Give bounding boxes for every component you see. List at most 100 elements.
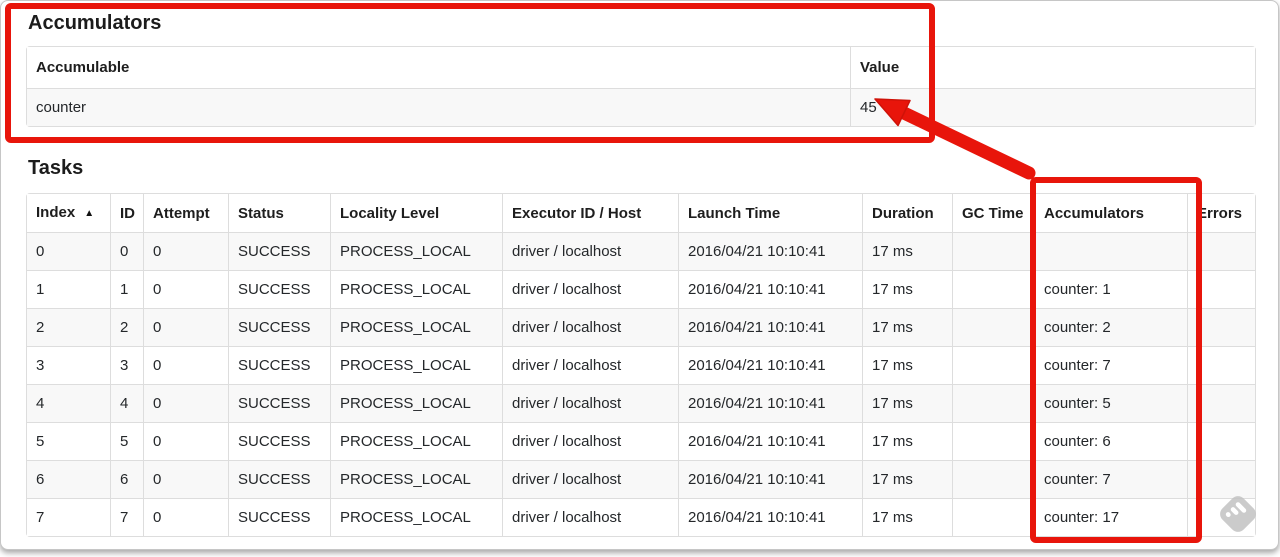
index-cell: 1 [27,270,110,308]
status-column-header[interactable]: Status [228,194,330,232]
executor-id-host-cell: driver / localhost [502,460,678,498]
executor-id-host-column-header[interactable]: Executor ID / Host [502,194,678,232]
index-cell: 2 [27,308,110,346]
errors-cell [1187,308,1255,346]
id-cell: 3 [110,346,143,384]
errors-cell [1187,460,1255,498]
accumulators-section-title: Accumulators [28,12,162,34]
id-cell: 1 [110,270,143,308]
duration-cell: 17 ms [862,422,952,460]
status-cell: SUCCESS [228,346,330,384]
task-row: 7 7 0 SUCCESS PROCESS_LOCAL driver / loc… [27,498,1255,536]
duration-column-header[interactable]: Duration [862,194,952,232]
executor-id-host-cell: driver / localhost [502,308,678,346]
attempt-cell: 0 [143,498,228,536]
errors-cell [1187,384,1255,422]
locality-level-column-header[interactable]: Locality Level [330,194,502,232]
locality-level-cell: PROCESS_LOCAL [330,460,502,498]
stage-detail-content: Accumulators Accumulable Value counter 4… [26,11,1256,537]
launch-time-cell: 2016/04/21 10:10:41 [678,384,862,422]
task-row: 0 0 0 SUCCESS PROCESS_LOCAL driver / loc… [27,232,1255,270]
accumulators-header-row: Accumulable Value [27,47,1255,88]
launch-time-column-header[interactable]: Launch Time [678,194,862,232]
attempt-cell: 0 [143,270,228,308]
attempt-cell: 0 [143,346,228,384]
task-row: 5 5 0 SUCCESS PROCESS_LOCAL driver / loc… [27,422,1255,460]
task-row: 1 1 0 SUCCESS PROCESS_LOCAL driver / loc… [27,270,1255,308]
launch-time-cell: 2016/04/21 10:10:41 [678,308,862,346]
accumulable-name-cell: counter [27,88,850,126]
index-cell: 6 [27,460,110,498]
status-cell: SUCCESS [228,460,330,498]
accumulators-table: Accumulable Value counter 45 [26,46,1256,127]
duration-cell: 17 ms [862,498,952,536]
gc-time-cell [952,270,1034,308]
accumulators-cell: counter: 2 [1034,308,1187,346]
errors-column-header[interactable]: Errors [1187,194,1255,232]
executor-id-host-cell: driver / localhost [502,270,678,308]
index-cell: 7 [27,498,110,536]
gc-time-cell [952,308,1034,346]
id-cell: 6 [110,460,143,498]
attempt-cell: 0 [143,460,228,498]
gc-time-column-header[interactable]: GC Time [952,194,1034,232]
gc-time-cell [952,232,1034,270]
task-row: 4 4 0 SUCCESS PROCESS_LOCAL driver / loc… [27,384,1255,422]
accumulators-cell [1034,232,1187,270]
locality-level-cell: PROCESS_LOCAL [330,270,502,308]
locality-level-cell: PROCESS_LOCAL [330,308,502,346]
index-column-header[interactable]: Index ▲ [27,194,110,232]
id-cell: 7 [110,498,143,536]
id-cell: 5 [110,422,143,460]
tasks-header-row: Index ▲ ID Attempt Status Locality Level … [27,194,1255,232]
gc-time-cell [952,346,1034,384]
id-cell: 0 [110,232,143,270]
accumulators-column-header[interactable]: Accumulators [1034,194,1187,232]
errors-cell [1187,498,1255,536]
errors-cell [1187,232,1255,270]
executor-id-host-cell: driver / localhost [502,384,678,422]
status-cell: SUCCESS [228,270,330,308]
duration-cell: 17 ms [862,232,952,270]
launch-time-cell: 2016/04/21 10:10:41 [678,460,862,498]
accumulator-row: counter 45 [27,88,1255,126]
id-column-header[interactable]: ID [110,194,143,232]
locality-level-cell: PROCESS_LOCAL [330,422,502,460]
accumulators-cell: counter: 6 [1034,422,1187,460]
task-row: 2 2 0 SUCCESS PROCESS_LOCAL driver / loc… [27,308,1255,346]
locality-level-cell: PROCESS_LOCAL [330,384,502,422]
index-column-label: Index [36,204,76,221]
index-cell: 5 [27,422,110,460]
accumulators-cell: counter: 7 [1034,460,1187,498]
gc-time-cell [952,422,1034,460]
duration-cell: 17 ms [862,384,952,422]
locality-level-cell: PROCESS_LOCAL [330,232,502,270]
attempt-column-header[interactable]: Attempt [143,194,228,232]
index-cell: 0 [27,232,110,270]
launch-time-cell: 2016/04/21 10:10:41 [678,498,862,536]
errors-cell [1187,422,1255,460]
gc-time-cell [952,384,1034,422]
locality-level-cell: PROCESS_LOCAL [330,498,502,536]
accumulable-value-cell: 45 [850,88,1255,126]
gc-time-cell [952,460,1034,498]
sort-ascending-icon: ▲ [84,208,95,219]
status-cell: SUCCESS [228,308,330,346]
id-cell: 2 [110,308,143,346]
status-cell: SUCCESS [228,232,330,270]
launch-time-cell: 2016/04/21 10:10:41 [678,270,862,308]
accumulators-cell: counter: 7 [1034,346,1187,384]
value-column-header: Value [850,47,1255,88]
errors-cell [1187,346,1255,384]
id-cell: 4 [110,384,143,422]
launch-time-cell: 2016/04/21 10:10:41 [678,422,862,460]
locality-level-cell: PROCESS_LOCAL [330,346,502,384]
executor-id-host-cell: driver / localhost [502,498,678,536]
tasks-section-title: Tasks [28,157,84,179]
attempt-cell: 0 [143,308,228,346]
attempt-cell: 0 [143,232,228,270]
gc-time-cell [952,498,1034,536]
duration-cell: 17 ms [862,308,952,346]
accumulable-column-header: Accumulable [27,47,850,88]
accumulators-cell: counter: 1 [1034,270,1187,308]
